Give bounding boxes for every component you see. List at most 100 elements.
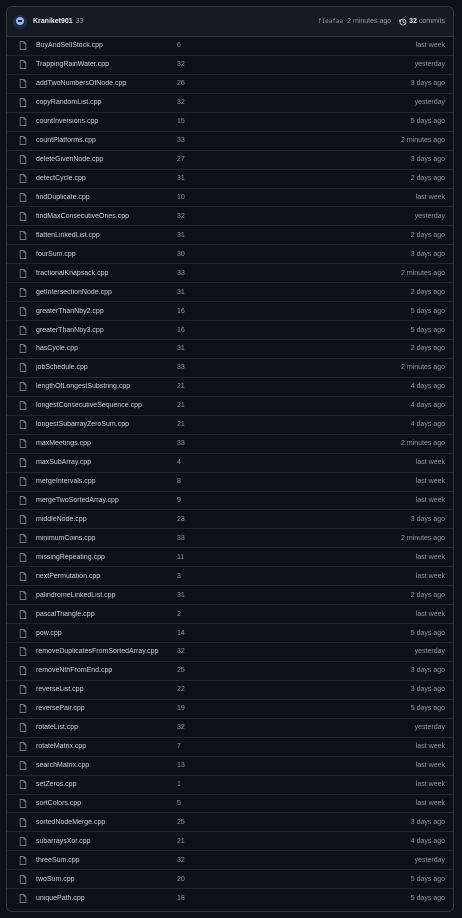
file-name-link[interactable]: lengthOfLongestSubstring.cpp [36, 383, 159, 390]
file-row[interactable]: uniquePath.cpp 18 5 days ago [7, 889, 453, 908]
file-row[interactable]: rotateMatrix.cpp 7 last week [7, 738, 453, 757]
file-name-link[interactable]: uniquePath.cpp [36, 895, 159, 902]
file-name-link[interactable]: getIntersectionNode.cpp [36, 289, 159, 296]
file-name-link[interactable]: subarraysXor.cpp [36, 838, 159, 845]
file-name-link[interactable]: reversePair.cpp [36, 705, 159, 712]
commit-message-link[interactable]: 22 [177, 686, 217, 693]
commit-message-link[interactable]: 33 [177, 364, 217, 371]
file-name-link[interactable]: greaterThanNby2.cpp [36, 308, 159, 315]
file-row[interactable]: TrappingRainWater.cpp 32 yesterday [7, 56, 453, 75]
file-row[interactable]: twoSum.cpp 20 5 days ago [7, 870, 453, 890]
commit-message-link[interactable]: 30 [177, 251, 217, 258]
file-row[interactable]: lengthOfLongestSubstring.cpp 21 4 days ago [7, 378, 453, 397]
file-name-link[interactable]: twoSum.cpp [36, 876, 159, 883]
file-row[interactable]: sortColors.cpp 5 last week [7, 795, 453, 814]
commit-message-link[interactable]: 21 [177, 838, 217, 845]
commit-message-link[interactable]: 33 [177, 270, 217, 277]
commit-message-link[interactable]: 13 [177, 762, 217, 769]
commit-message-link[interactable]: 10 [177, 194, 217, 201]
file-row[interactable]: minimumCoins.cpp 33 2 minutes ago [7, 529, 453, 549]
file-name-link[interactable]: flattenLinkedList.cpp [36, 232, 159, 239]
file-row[interactable]: removeNthFromEnd.cpp 25 3 days ago [7, 662, 453, 681]
commit-message-link[interactable]: 19 [177, 705, 217, 712]
avatar[interactable] [13, 14, 27, 29]
commit-message-link[interactable]: 4 [177, 459, 217, 466]
file-name-link[interactable]: hasCycle.cpp [36, 345, 159, 352]
file-name-link[interactable]: setZeros.cpp [36, 781, 159, 788]
file-name-link[interactable]: pow.cpp [36, 630, 159, 637]
file-name-link[interactable]: fractionalKnapsack.cpp [36, 270, 159, 277]
commit-message-link[interactable]: 33 [177, 440, 217, 447]
file-name-link[interactable]: addTwoNumbersOfNode.cpp [36, 80, 159, 87]
file-name-link[interactable]: minimumCoins.cpp [36, 535, 159, 542]
file-name-link[interactable]: mergeIntervals.cpp [36, 478, 159, 485]
file-name-link[interactable]: threeSum.cpp [36, 857, 159, 864]
file-name-link[interactable]: removeDuplicatesFromSortedArray.cpp [36, 648, 159, 655]
file-row[interactable]: deleteGivenNode.cpp 27 3 days ago [7, 151, 453, 170]
file-name-link[interactable]: fourSum.cpp [36, 251, 159, 258]
commit-message-link[interactable]: 32 [177, 99, 217, 106]
commit-message-link[interactable]: 8 [177, 478, 217, 485]
commit-message-link[interactable]: 32 [177, 724, 217, 731]
file-name-link[interactable]: rotateList.cpp [36, 724, 159, 731]
file-row[interactable]: copyRandomList.cpp 32 yesterday [7, 94, 453, 113]
file-name-link[interactable]: missingRepeating.cpp [36, 554, 159, 561]
file-row[interactable]: mergeTwoSortedArray.cpp 9 last week [7, 492, 453, 511]
commit-message-link[interactable]: 31 [177, 592, 217, 599]
commit-message-link[interactable]: 18 [177, 895, 217, 902]
commit-message-link[interactable]: 20 [177, 876, 217, 883]
commit-message-link[interactable]: 26 [177, 80, 217, 87]
commit-message-link[interactable]: 14 [177, 630, 217, 637]
file-row[interactable]: longestConsecutiveSequence.cpp 21 4 days a… [7, 397, 453, 416]
file-name-link[interactable]: maxMeetings.cpp [36, 440, 159, 447]
file-row[interactable]: addTwoNumbersOfNode.cpp 26 3 days ago [7, 75, 453, 94]
file-row[interactable]: maxMeetings.cpp 33 2 minutes ago [7, 435, 453, 454]
file-row[interactable]: longestSubarrayZeroSum.cpp 21 4 days ago [7, 416, 453, 435]
file-name-link[interactable]: countPlatforms.cpp [36, 137, 159, 144]
file-name-link[interactable]: palindromeLinkedList.cpp [36, 592, 159, 599]
commit-message-link[interactable]: 6 [177, 42, 217, 49]
file-name-link[interactable]: findDuplicate.cpp [36, 194, 159, 201]
file-row[interactable]: jobSchedule.cpp 33 2 minutes ago [7, 359, 453, 378]
file-row[interactable]: subarraysXor.cpp 21 4 days ago [7, 832, 453, 852]
file-name-link[interactable]: reverseList.cpp [36, 686, 159, 693]
file-row[interactable]: missingRepeating.cpp 11 last week [7, 548, 453, 568]
file-row[interactable]: getIntersectionNode.cpp 31 2 days ago [7, 283, 453, 303]
file-name-link[interactable]: rotateMatrix.cpp [36, 743, 159, 750]
file-row[interactable]: detectCycle.cpp 31 2 days ago [7, 170, 453, 189]
commit-message-link[interactable]: 21 [177, 421, 217, 428]
file-row[interactable]: reverseList.cpp 22 3 days ago [7, 681, 453, 700]
file-name-link[interactable]: greaterThanNby3.cpp [36, 327, 159, 334]
file-row[interactable]: nextPermutation.cpp 3 last week [7, 567, 453, 587]
file-row[interactable]: fourSum.cpp 30 3 days ago [7, 245, 453, 265]
file-name-link[interactable]: longestConsecutiveSequence.cpp [36, 402, 159, 409]
commit-message-link[interactable]: 21 [177, 383, 217, 390]
file-row[interactable]: countInversions.cpp 15 5 days ago [7, 113, 453, 132]
file-name-link[interactable]: BuyAndSellStock.cpp [36, 42, 159, 49]
commit-message-link[interactable]: 27 [177, 156, 217, 163]
file-row[interactable]: rotateList.cpp 32 yesterday [7, 719, 453, 738]
file-name-link[interactable]: middleNode.cpp [36, 516, 159, 523]
commit-message-link[interactable]: 9 [177, 497, 217, 504]
file-name-link[interactable]: detectCycle.cpp [36, 175, 159, 182]
file-row[interactable]: pascalTriangle.cpp 2 last week [7, 605, 453, 625]
commit-message-link[interactable]: 31 [177, 232, 217, 239]
file-row[interactable]: findDuplicate.cpp 10 last week [7, 189, 453, 208]
commits-history-link[interactable]: 32 commits [399, 18, 445, 26]
commit-message-link[interactable]: 25 [177, 819, 217, 826]
file-name-link[interactable]: jobSchedule.cpp [36, 364, 159, 371]
commit-message-link[interactable]: 7 [177, 743, 217, 750]
commit-message-link[interactable]: 32 [177, 857, 217, 864]
file-row[interactable]: pow.cpp 14 5 days ago [7, 624, 453, 643]
file-row[interactable]: mergeIntervals.cpp 8 last week [7, 473, 453, 492]
commit-message-link[interactable]: 16 [177, 308, 217, 315]
file-name-link[interactable]: TrappingRainWater.cpp [36, 61, 159, 68]
file-row[interactable]: reversePair.cpp 19 5 days ago [7, 700, 453, 719]
commit-sha-link[interactable]: f1eafaa [318, 18, 343, 25]
commit-message-link[interactable]: 1 [177, 781, 217, 788]
file-name-link[interactable]: sortColors.cpp [36, 800, 159, 807]
commit-message-link[interactable]: 31 [177, 175, 217, 182]
file-row[interactable]: BuyAndSellStock.cpp 6 last week [7, 37, 453, 56]
file-row[interactable]: removeDuplicatesFromSortedArray.cpp 32 yes… [7, 643, 453, 662]
file-name-link[interactable]: longestSubarrayZeroSum.cpp [36, 421, 159, 428]
